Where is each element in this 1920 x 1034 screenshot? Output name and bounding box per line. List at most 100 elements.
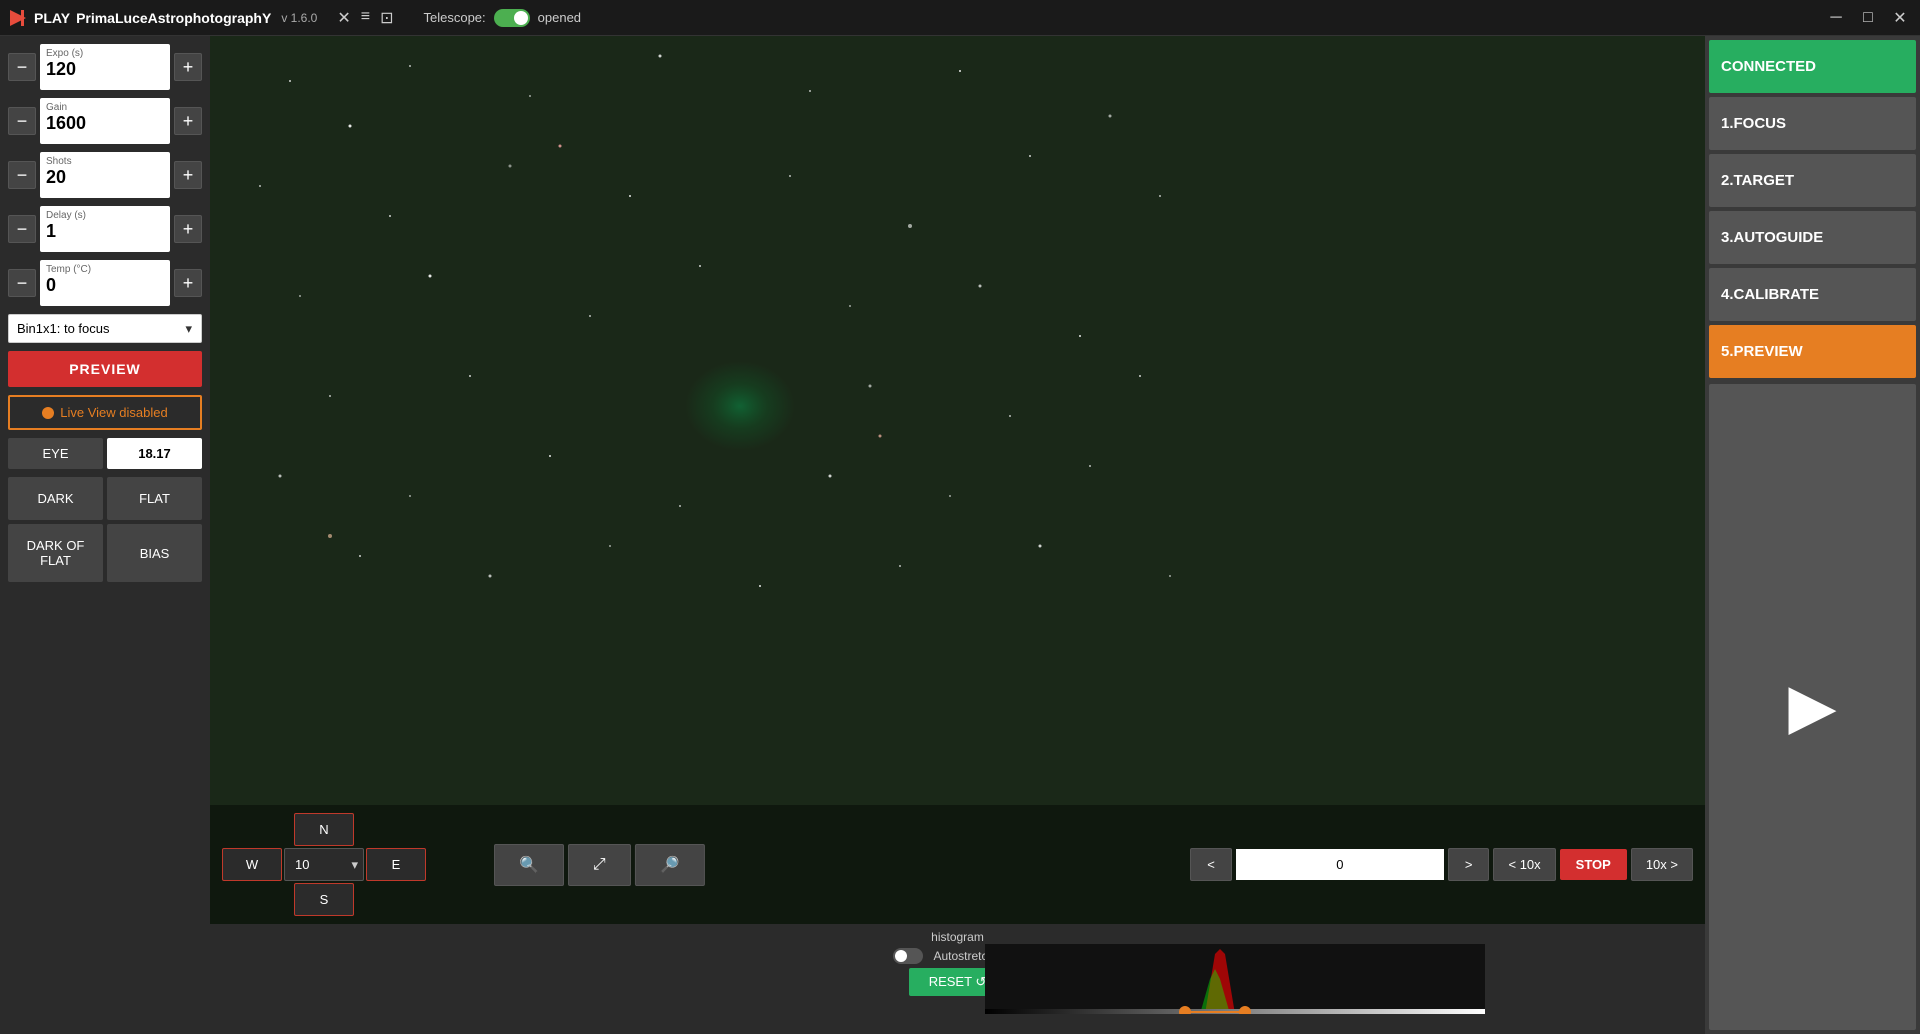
expo-increase-button[interactable]: +: [174, 53, 202, 81]
minimize-button[interactable]: ─: [1824, 6, 1848, 30]
delay-field[interactable]: Delay (s) 1: [40, 206, 170, 252]
expo-field[interactable]: Expo (s) 120: [40, 44, 170, 90]
dark-button[interactable]: DARK: [8, 477, 103, 520]
zoom-fit-button[interactable]: ⤢: [568, 844, 631, 886]
app-name: PrimaLuceAstrophotographY: [76, 10, 271, 26]
gain-field[interactable]: Gain 1600: [40, 98, 170, 144]
telescope-info: Telescope: opened: [424, 9, 582, 27]
preview-button[interactable]: PREVIEW: [8, 351, 202, 387]
right-panel: CONNECTED 1.FOCUS 2.TARGET 3.AUTOGUIDE 4…: [1705, 36, 1920, 1034]
live-view-label: Live View disabled: [60, 405, 167, 420]
close-icon[interactable]: ✕: [337, 8, 350, 28]
bin-select[interactable]: Bin1x1: to focus Bin2x2 Bin3x3: [8, 314, 202, 343]
shots-label: Shots: [46, 156, 164, 167]
east-button[interactable]: E: [366, 848, 426, 881]
gain-value: 1600: [46, 113, 164, 134]
app-version: v 1.6.0: [281, 11, 317, 25]
shots-decrease-button[interactable]: −: [8, 161, 36, 189]
stop-button[interactable]: STOP: [1560, 849, 1627, 880]
calibration-grid: DARK FLAT DARK OF FLAT BIAS: [8, 477, 202, 582]
save-icon[interactable]: ⊡: [380, 8, 393, 28]
south-button[interactable]: S: [294, 883, 354, 916]
play-logo-icon: [8, 8, 28, 28]
temp-increase-button[interactable]: +: [174, 269, 202, 297]
focus-button[interactable]: 1.FOCUS: [1709, 97, 1916, 150]
main-layout: − Expo (s) 120 + − Gain 1600 + − Shots 2…: [0, 36, 1920, 1034]
bin-select-wrapper: Bin1x1: to focus Bin2x2 Bin3x3: [8, 314, 202, 343]
titlebar: PLAY PrimaLuceAstrophotographY v 1.6.0 ✕…: [0, 0, 1920, 36]
flat-button[interactable]: FLAT: [107, 477, 202, 520]
delay-control: − Delay (s) 1 +: [8, 206, 202, 252]
expo-label: Expo (s): [46, 48, 164, 59]
center-panel: N W 1 5 10 20 50 100: [210, 36, 1705, 1034]
left-panel: − Expo (s) 120 + − Gain 1600 + − Shots 2…: [0, 36, 210, 1034]
shots-control: − Shots 20 +: [8, 152, 202, 198]
settings-icon[interactable]: ≡: [361, 8, 370, 28]
live-view-button[interactable]: Live View disabled: [8, 395, 202, 430]
delay-decrease-button[interactable]: −: [8, 215, 36, 243]
preview-right-button[interactable]: 5.PREVIEW: [1709, 325, 1916, 378]
step-select[interactable]: 1 5 10 20 50 100: [284, 848, 364, 881]
target-button[interactable]: 2.TARGET: [1709, 154, 1916, 207]
temp-field[interactable]: Temp (°C) 0: [40, 260, 170, 306]
titlebar-icons: ✕ ≡ ⊡: [337, 8, 393, 28]
west-button[interactable]: W: [222, 848, 282, 881]
step-controls: < > < 10x STOP 10x >: [1190, 848, 1693, 881]
north-button[interactable]: N: [294, 813, 354, 846]
gain-increase-button[interactable]: +: [174, 107, 202, 135]
histogram-panel: histogram Autostretch OFF RESET ↺: [210, 924, 1705, 1034]
next-10x-button[interactable]: 10x >: [1631, 848, 1693, 881]
image-view: N W 1 5 10 20 50 100: [210, 36, 1705, 924]
eye-row: EYE 18.17: [8, 438, 202, 469]
image-controls: N W 1 5 10 20 50 100: [210, 805, 1705, 924]
shots-increase-button[interactable]: +: [174, 161, 202, 189]
maximize-button[interactable]: □: [1856, 6, 1880, 30]
histogram-label: histogram: [931, 930, 984, 944]
gain-control: − Gain 1600 +: [8, 98, 202, 144]
nav-value-input[interactable]: [1236, 849, 1444, 880]
gain-decrease-button[interactable]: −: [8, 107, 36, 135]
temp-control: − Temp (°C) 0 +: [8, 260, 202, 306]
step-select-wrapper: 1 5 10 20 50 100: [284, 848, 364, 881]
arrow-panel: ►: [1709, 384, 1916, 1030]
telescope-label: Telescope:: [424, 10, 486, 25]
zoom-out-button[interactable]: 🔍: [635, 844, 705, 886]
delay-increase-button[interactable]: +: [174, 215, 202, 243]
temp-value: 0: [46, 275, 164, 296]
expo-decrease-button[interactable]: −: [8, 53, 36, 81]
autostretch-toggle[interactable]: [893, 948, 923, 964]
direction-grid: N W 1 5 10 20 50 100: [222, 813, 426, 916]
gain-label: Gain: [46, 102, 164, 113]
star-field: [210, 36, 1705, 924]
direction-middle: W 1 5 10 20 50 100 E: [222, 848, 426, 881]
nav-next-button[interactable]: >: [1448, 848, 1490, 881]
expo-value: 120: [46, 59, 164, 80]
histogram-graph: [985, 944, 1485, 1014]
eye-value: 18.17: [107, 438, 202, 469]
shots-value: 20: [46, 167, 164, 188]
nav-prev-button[interactable]: <: [1190, 848, 1232, 881]
expo-control: − Expo (s) 120 +: [8, 44, 202, 90]
zoom-in-button[interactable]: 🔍: [494, 844, 564, 886]
shots-field[interactable]: Shots 20: [40, 152, 170, 198]
dark-of-flat-button[interactable]: DARK OF FLAT: [8, 524, 103, 582]
calibrate-button[interactable]: 4.CALIBRATE: [1709, 268, 1916, 321]
temp-decrease-button[interactable]: −: [8, 269, 36, 297]
temp-label: Temp (°C): [46, 264, 164, 275]
window-controls: ─ □ ✕: [1824, 6, 1912, 30]
delay-value: 1: [46, 221, 164, 242]
histogram-svg: [985, 944, 1485, 1014]
close-window-button[interactable]: ✕: [1888, 6, 1912, 30]
telescope-status: opened: [538, 10, 581, 25]
telescope-toggle[interactable]: [494, 9, 530, 27]
bias-button[interactable]: BIAS: [107, 524, 202, 582]
app-play-prefix: PLAY: [34, 10, 70, 26]
prev-10x-button[interactable]: < 10x: [1493, 848, 1555, 881]
live-dot-icon: [42, 407, 54, 419]
zoom-buttons: 🔍 ⤢ 🔍: [494, 844, 705, 886]
delay-label: Delay (s): [46, 210, 164, 221]
connected-button[interactable]: CONNECTED: [1709, 40, 1916, 93]
autoguide-button[interactable]: 3.AUTOGUIDE: [1709, 211, 1916, 264]
arrow-icon: ►: [1773, 667, 1852, 747]
app-logo: PLAY PrimaLuceAstrophotographY: [8, 8, 271, 28]
